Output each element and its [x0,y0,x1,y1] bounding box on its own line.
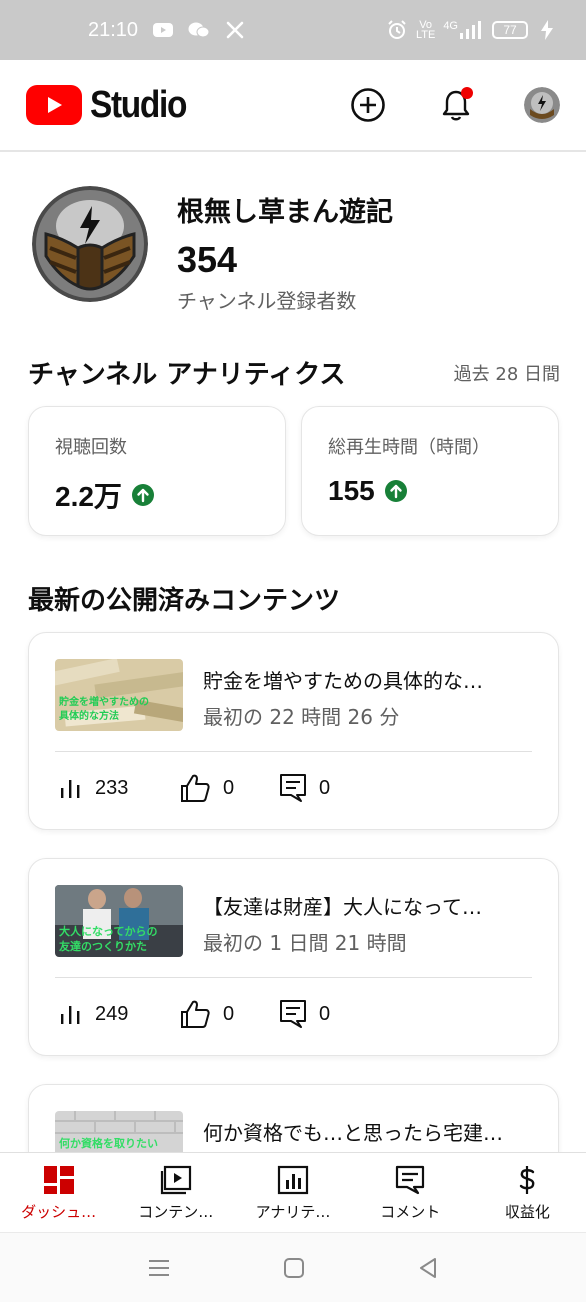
youtube-logo-icon [26,85,82,125]
notifications-button[interactable] [436,85,476,125]
x-notification-icon [224,19,246,41]
comments-count: 0 [319,776,331,799]
notification-badge [461,87,473,99]
signal-indicator: 4G [443,21,484,39]
svg-text:具体的な方法: 具体的な方法 [58,709,119,722]
channel-name: 根無し草まん遊記 [177,197,393,228]
divider [55,977,532,978]
content-card[interactable]: 貯金を増やすための 具体的な方法 貯金を増やすための具体的な… 最初の 22 時… [28,632,559,830]
battery-indicator: 77 [492,21,528,39]
stat-card-watch-time[interactable]: 総再生時間（時間） 155 [301,406,559,536]
trend-up-icon [131,484,154,506]
comments-metric: 0 [279,999,330,1029]
status-bar: 21:10 Vo LTE 4G 77 [0,0,586,60]
video-thumbnail[interactable]: 大人になってからの 友達のつくりかた [55,885,183,957]
video-metrics: 249 0 0 [57,999,330,1029]
channel-avatar[interactable] [32,186,148,302]
comment-icon [280,774,306,802]
trend-up-icon [384,480,407,502]
bottom-nav: ダッシュ… コンテン… アナリテ… コメント 収益化 [0,1152,586,1232]
video-metrics: 233 0 0 [57,773,330,803]
volte-indicator: Vo LTE [415,20,436,41]
svg-text:大人になってからの: 大人になってからの [59,924,157,938]
video-thumbnail[interactable]: 貯金を増やすための 具体的な方法 [55,659,183,731]
nav-label: コンテン… [138,1203,214,1221]
content-icon [160,1165,191,1195]
alarm-icon [386,19,408,41]
menu-icon[interactable] [147,1258,171,1278]
views-count: 249 [95,1002,129,1025]
signal-type: 4G [443,20,458,32]
thumbs-up-icon [181,1000,210,1028]
stat-value: 2.2万 [55,481,122,512]
stat-label: 総再生時間（時間） [328,437,490,458]
create-button[interactable] [348,85,388,125]
nav-label: ダッシュ… [21,1203,97,1221]
likes-metric: 0 [179,773,279,803]
svg-text:何か資格を取りたい: 何か資格を取りたい [59,1136,158,1150]
dashboard-icon [43,1166,74,1194]
back-icon[interactable] [417,1257,439,1279]
nav-comments[interactable]: コメント [352,1153,469,1232]
chat-notification-icon [188,19,210,41]
video-title: 【友達は財産】大人になって… [203,895,482,919]
nav-label: アナリテ… [255,1203,331,1221]
studio-logo[interactable]: Studio [26,84,199,127]
comment-icon [280,1000,306,1028]
video-period: 最初の 1 日間 21 時間 [203,931,407,955]
channel-header: 根無し草まん遊記 354 チャンネル登録者数 [32,186,393,314]
svg-text:貯金を増やすための: 貯金を増やすための [59,695,149,708]
stat-value: 155 [328,475,375,506]
views-metric: 233 [57,776,179,800]
nav-monetization[interactable]: 収益化 [469,1153,586,1232]
subscriber-count: 354 [177,239,238,280]
svg-text:友達のつくりかた: 友達のつくりかた [59,939,147,953]
content-card[interactable]: 大人になってからの 友達のつくりかた 【友達は財産】大人になって… 最初の 1 … [28,858,559,1056]
charging-icon [536,19,558,41]
system-navigation-bar [0,1232,586,1302]
comments-metric: 0 [279,773,330,803]
video-title: 何か資格でも…と思ったら宅建… [203,1121,503,1145]
subscriber-label: チャンネル登録者数 [177,289,357,313]
analytics-period: 過去 28 日間 [453,364,560,385]
volte-bottom: LTE [415,29,436,41]
nav-label: 収益化 [504,1203,550,1221]
logo-text: Studio [90,83,187,126]
divider [55,751,532,752]
dollar-icon [520,1166,535,1194]
nav-label: コメント [380,1203,441,1221]
plus-circle-icon [351,88,385,122]
views-chart-icon [61,780,80,798]
analytics-icon [277,1165,309,1195]
views-metric: 249 [57,1002,179,1026]
status-time: 21:10 [88,18,139,41]
stat-card-views[interactable]: 視聴回数 2.2万 [28,406,286,536]
app-bar: Studio [0,60,586,152]
nav-content[interactable]: コンテン… [117,1153,234,1232]
comment-icon [396,1165,425,1195]
views-chart-icon [61,1006,80,1024]
account-avatar[interactable] [524,87,560,123]
nav-dashboard[interactable]: ダッシュ… [0,1153,117,1232]
thumbs-up-icon [181,774,210,802]
video-period: 最初の 22 時間 26 分 [203,705,400,729]
likes-count: 0 [223,776,235,799]
comments-count: 0 [319,1002,331,1025]
video-title: 貯金を増やすための具体的な… [203,669,483,693]
nav-analytics[interactable]: アナリテ… [234,1153,351,1232]
analytics-title: チャンネル アナリティクス [28,360,346,390]
likes-metric: 0 [179,999,279,1029]
stat-label: 視聴回数 [55,437,127,458]
views-count: 233 [95,776,129,799]
likes-count: 0 [223,1002,235,1025]
signal-icon [460,21,481,39]
home-icon[interactable] [283,1257,305,1279]
youtube-notification-icon [152,19,174,41]
latest-content-title: 最新の公開済みコンテンツ [28,586,341,616]
